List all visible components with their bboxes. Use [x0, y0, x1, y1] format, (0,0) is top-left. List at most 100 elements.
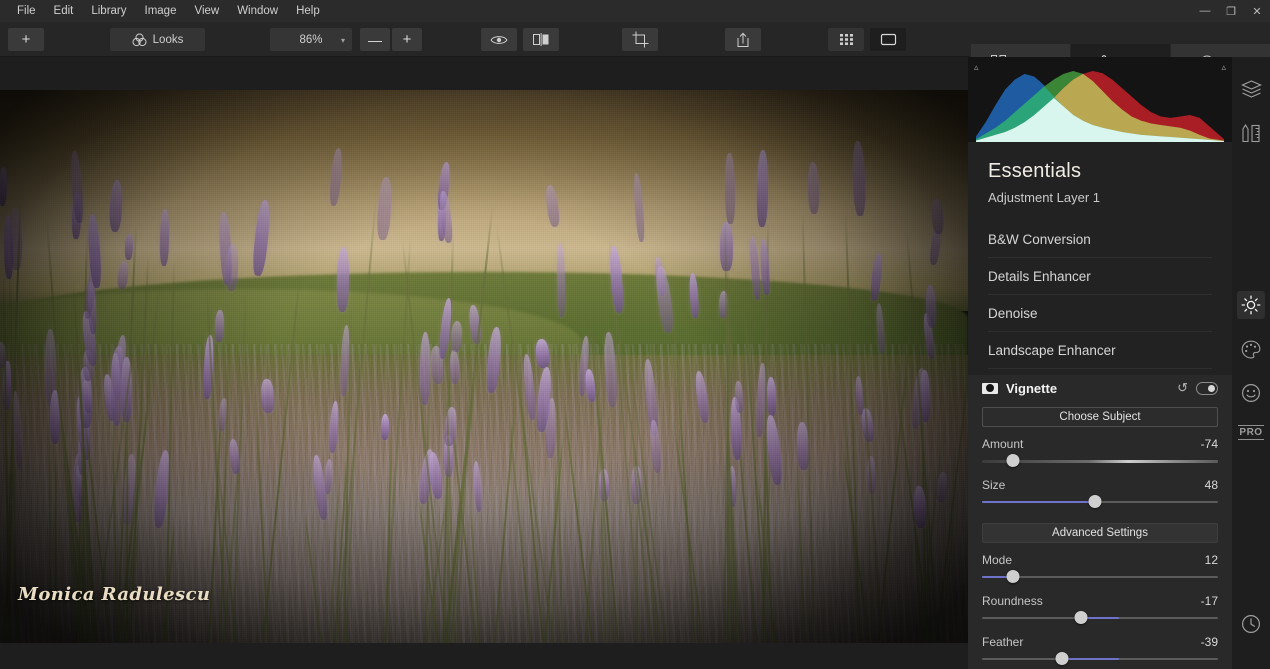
rail-layers-button[interactable] [1232, 67, 1270, 111]
slider-track[interactable] [982, 652, 1218, 666]
slider-track[interactable] [982, 570, 1218, 584]
luminar-window: File Edit Library Image View Window Help — ❐ ✕… [0, 0, 1270, 669]
slider-size[interactable]: Size 48 [982, 478, 1218, 509]
menu-bar: File Edit Library Image View Window Help [0, 0, 329, 22]
menu-item-file[interactable]: File [8, 0, 45, 22]
slider-label: Amount [982, 437, 1024, 451]
slider-value: 48 [1204, 478, 1218, 492]
edit-panel: ▵ ▵ Essentials Adjustment Layer 1 B&W Co… [968, 57, 1232, 669]
top-toolbar: + Looks 86% ▾ — + [0, 22, 1270, 79]
slider-fill [1062, 658, 1119, 660]
preview-toggle-button[interactable] [481, 28, 517, 51]
chevron-down-icon: ▾ [340, 36, 345, 45]
slider-value: -74 [1200, 437, 1218, 451]
single-view-icon [880, 33, 896, 46]
slider-value: 12 [1204, 553, 1218, 567]
vignette-tool: Vignette ↺ Choose Subject Amount -74 Size 4… [968, 375, 1232, 669]
split-compare-icon [533, 33, 549, 46]
rail-creative-button[interactable] [1232, 327, 1270, 371]
compare-button[interactable] [523, 28, 559, 51]
eye-icon [490, 35, 508, 44]
crop-icon [632, 31, 648, 48]
pro-label: PRO [1238, 424, 1264, 440]
looks-button[interactable]: Looks [110, 28, 205, 51]
slider-mode[interactable]: Mode 12 [982, 553, 1218, 584]
slider-track[interactable] [982, 454, 1218, 468]
slider-value: -39 [1200, 635, 1218, 649]
adjustment-item[interactable]: Details Enhancer [988, 258, 1212, 295]
vignette-basic-sliders: Amount -74 Size 48 [968, 437, 1232, 509]
slider-roundness[interactable]: Roundness -17 [982, 594, 1218, 625]
slider-track[interactable] [982, 611, 1218, 625]
zoom-value: 86% [299, 33, 323, 46]
advanced-settings-button[interactable]: Advanced Settings [982, 523, 1218, 543]
rail-essentials-button[interactable] [1232, 283, 1270, 327]
menu-item-view[interactable]: View [185, 0, 228, 22]
slider-handle[interactable] [1074, 611, 1088, 624]
adjustment-label: Landscape Enhancer [988, 342, 1116, 358]
share-button[interactable] [725, 28, 761, 51]
adjustment-item[interactable]: Landscape Enhancer [988, 332, 1212, 369]
image-canvas[interactable]: Monica Radulescu [0, 57, 968, 669]
slider-feather[interactable]: Feather -39 [982, 635, 1218, 666]
adjustment-item[interactable]: B&W Conversion [988, 221, 1212, 258]
menu-item-image[interactable]: Image [136, 0, 186, 22]
slider-label: Mode [982, 553, 1013, 567]
rail-portrait-button[interactable] [1232, 371, 1270, 415]
venn-circles-icon [132, 33, 147, 46]
slider-track[interactable] [982, 495, 1218, 509]
minimize-button[interactable]: — [1192, 0, 1218, 22]
close-button[interactable]: ✕ [1244, 0, 1270, 22]
zoom-select[interactable]: 86% ▾ [270, 28, 352, 51]
menu-item-window[interactable]: Window [228, 0, 287, 22]
adjustment-label: B&W Conversion [988, 231, 1091, 247]
rail-history-button[interactable] [1232, 602, 1270, 646]
adjustment-list: B&W Conversion Details Enhancer Denoise Lan… [968, 221, 1232, 369]
crop-button[interactable] [622, 28, 658, 51]
slider-handle[interactable] [1088, 495, 1102, 508]
zoom-out-button[interactable]: — [360, 28, 390, 51]
clock-history-icon [1242, 615, 1260, 633]
rail-tools-button[interactable] [1232, 111, 1270, 155]
slider-value: -17 [1200, 594, 1218, 608]
window-controls: — ❐ ✕ [1192, 0, 1270, 22]
slider-handle[interactable] [1055, 652, 1069, 665]
export-share-icon [737, 32, 749, 47]
palette-icon [1241, 340, 1261, 358]
reset-icon[interactable]: ↺ [1177, 380, 1188, 396]
vignette-icon [982, 382, 998, 394]
vignette-header: Vignette ↺ [968, 375, 1232, 401]
vignette-visibility-toggle[interactable] [1196, 381, 1218, 395]
slider-label: Feather [982, 635, 1024, 649]
adjustment-label: Denoise [988, 305, 1038, 321]
slider-label: Size [982, 478, 1006, 492]
menu-item-edit[interactable]: Edit [45, 0, 83, 22]
layer-name: Adjustment Layer 1 [988, 190, 1101, 205]
slider-label: Roundness [982, 594, 1043, 608]
tool-rail: PRO [1232, 57, 1270, 669]
sun-icon [1241, 295, 1261, 315]
single-view-button[interactable] [870, 28, 906, 51]
edited-photo[interactable]: Monica Radulescu [0, 90, 968, 643]
maximize-button[interactable]: ❐ [1218, 0, 1244, 22]
grid-view-button[interactable] [828, 28, 864, 51]
vignette-advanced-sliders: Mode12Roundness-17Feather-39Inner Light2… [968, 553, 1232, 669]
slider-handle[interactable] [1006, 454, 1020, 467]
slider-fill [982, 501, 1096, 503]
add-button[interactable]: + [8, 28, 44, 51]
photo-vignette-overlay [0, 90, 968, 643]
adjustment-label: Details Enhancer [988, 268, 1091, 284]
rail-pro-button[interactable]: PRO [1232, 415, 1270, 449]
slider-handle[interactable] [1006, 570, 1020, 583]
portrait-icon [1242, 384, 1260, 402]
menu-item-library[interactable]: Library [82, 0, 135, 22]
plus-icon: + [21, 31, 31, 48]
minus-icon: — [368, 31, 382, 48]
choose-subject-button[interactable]: Choose Subject [982, 407, 1218, 427]
histogram[interactable]: ▵ ▵ [968, 57, 1232, 142]
slider-amount[interactable]: Amount -74 [982, 437, 1218, 468]
adjustment-item[interactable]: Denoise [988, 295, 1212, 332]
looks-label: Looks [152, 33, 184, 46]
zoom-in-button[interactable]: + [392, 28, 422, 51]
menu-item-help[interactable]: Help [287, 0, 329, 22]
